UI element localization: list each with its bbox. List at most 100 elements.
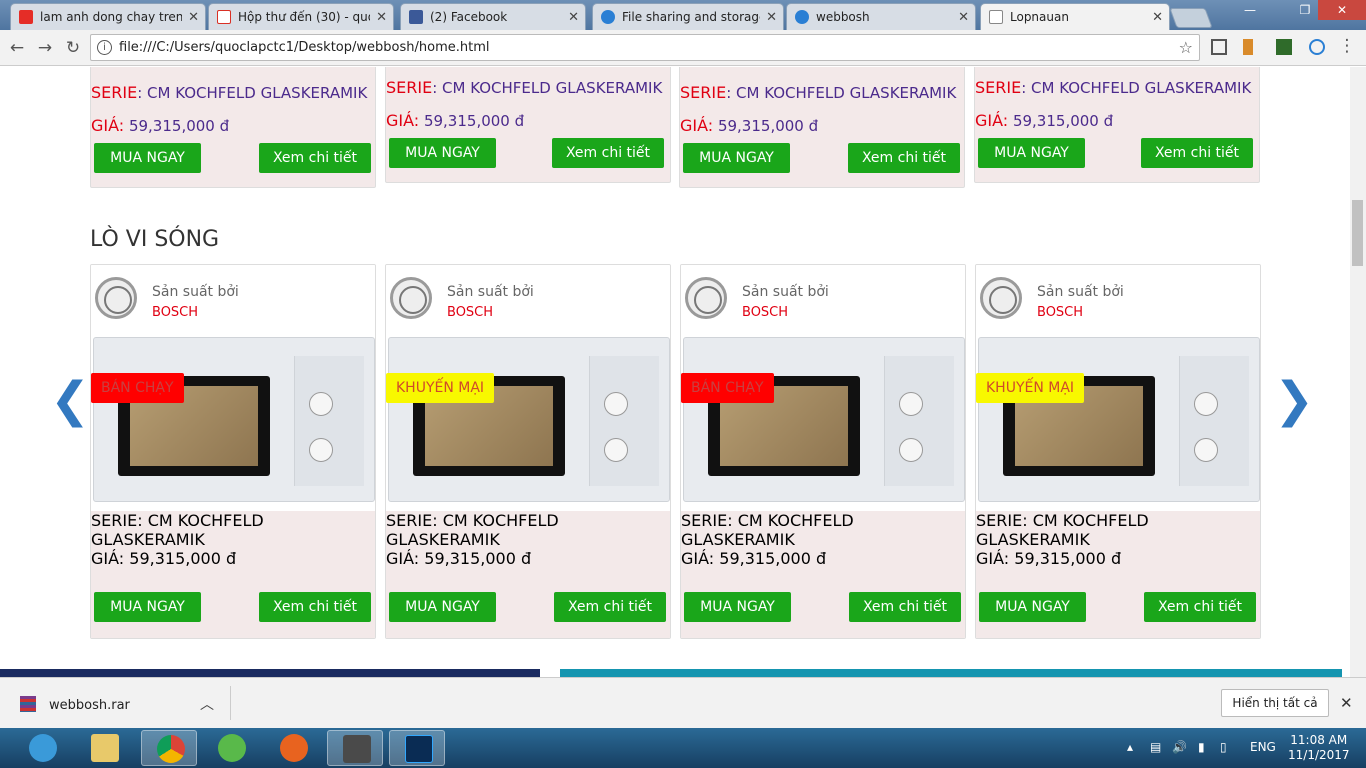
bookmark-star-icon[interactable]: ☆: [1179, 35, 1193, 60]
facebook-icon: [409, 10, 423, 24]
card-footer: SERIE: CM KOCHFELD GLASKERAMIK GIÁ: 59,3…: [386, 511, 670, 638]
product-price: GIÁ: 59,315,000 đ: [91, 116, 230, 135]
tab-lopnauan[interactable]: Lopnauan ✕: [980, 3, 1170, 30]
carousel-prev-arrow[interactable]: ❮: [50, 372, 90, 428]
ie-icon[interactable]: [14, 730, 70, 766]
carousel-next-arrow[interactable]: ❯: [1274, 372, 1314, 428]
chevron-up-icon[interactable]: ︿: [200, 694, 214, 714]
buy-now-button[interactable]: MUA NGAY: [979, 592, 1086, 622]
minimize-button[interactable]: —: [1236, 0, 1264, 20]
microwave-illustration: [683, 337, 965, 502]
bosch-logo-icon: [390, 277, 432, 319]
close-icon[interactable]: ✕: [766, 10, 777, 25]
tray-expand-icon[interactable]: ▴: [1127, 740, 1133, 754]
language-indicator[interactable]: ENG: [1250, 740, 1276, 754]
buy-now-button[interactable]: MUA NGAY: [94, 143, 201, 173]
view-details-button[interactable]: Xem chi tiết: [848, 143, 960, 173]
battery-icon[interactable]: ▯: [1220, 740, 1227, 754]
chrome-icon[interactable]: [141, 730, 197, 766]
microwave-card: Sản suất bởi BOSCH SERIE: CM KOCHFELD GL…: [680, 264, 966, 639]
close-window-button[interactable]: ✕: [1318, 0, 1366, 20]
tab-webbosh[interactable]: webbosh ✕: [786, 3, 976, 30]
made-by-label: Sản suất bởi: [447, 284, 534, 300]
tab-strip: lam anh dong chay tren t ✕ Hộp thư đến (…: [0, 0, 1366, 30]
download-filename[interactable]: webbosh.rar: [49, 698, 130, 713]
buy-now-button[interactable]: MUA NGAY: [978, 138, 1085, 168]
product-image[interactable]: [976, 331, 1260, 511]
forward-icon[interactable]: →: [34, 38, 56, 58]
view-details-button[interactable]: Xem chi tiết: [1141, 138, 1253, 168]
card-header: Sản suất bởi BOSCH: [386, 265, 670, 331]
download-shelf: webbosh.rar ︿ Hiển thị tất cả ✕: [0, 677, 1366, 728]
sublime-text-icon[interactable]: [327, 730, 383, 766]
signal-icon[interactable]: ▮: [1198, 740, 1205, 754]
address-bar[interactable]: i file:///C:/Users/quoclapctc1/Desktop/w…: [90, 34, 1200, 61]
back-icon[interactable]: ←: [6, 38, 28, 58]
view-details-button[interactable]: Xem chi tiết: [259, 143, 371, 173]
product-serie: SERIE: CM KOCHFELD GLASKERAMIK: [680, 83, 957, 102]
tab-gmail[interactable]: Hộp thư đến (30) - quocl ✕: [208, 3, 394, 30]
tab-facebook[interactable]: (2) Facebook ✕: [400, 3, 586, 30]
cloud-icon: [601, 10, 615, 24]
tab-file-sharing[interactable]: File sharing and storage ✕: [592, 3, 784, 30]
browser-toolbar: ← → ↻ i file:///C:/Users/quoclapctc1/Des…: [0, 30, 1366, 66]
card-header: Sản suất bởi BOSCH: [681, 265, 965, 331]
info-icon[interactable]: i: [97, 40, 112, 55]
extension-icon[interactable]: [1243, 39, 1253, 55]
buy-now-button[interactable]: MUA NGAY: [94, 592, 201, 622]
coccoc-icon[interactable]: [203, 730, 259, 766]
close-icon[interactable]: ✕: [188, 10, 199, 25]
network-icon[interactable]: ▤: [1150, 740, 1161, 754]
microwave-card: Sản suất bởi BOSCH SERIE: CM KOCHFELD GL…: [385, 264, 671, 639]
card-footer: SERIE: CM KOCHFELD GLASKERAMIK GIÁ: 59,3…: [91, 511, 375, 638]
new-tab-button[interactable]: [1169, 8, 1213, 28]
view-details-button[interactable]: Xem chi tiết: [1144, 592, 1256, 622]
product-card: SERIE: CM KOCHFELD GLASKERAMIK GIÁ: 59,3…: [385, 67, 671, 183]
buy-now-button[interactable]: MUA NGAY: [684, 592, 791, 622]
close-icon[interactable]: ✕: [568, 10, 579, 25]
microwave-illustration: [93, 337, 375, 502]
close-icon[interactable]: ✕: [376, 10, 387, 25]
extension-icon[interactable]: [1309, 39, 1325, 55]
firefox-icon[interactable]: [265, 730, 321, 766]
product-serie: SERIE: CM KOCHFELD GLASKERAMIK: [386, 511, 559, 549]
buy-now-button[interactable]: MUA NGAY: [683, 143, 790, 173]
system-clock[interactable]: 11:08 AM 11/1/2017: [1288, 733, 1350, 763]
volume-icon[interactable]: 🔊: [1172, 740, 1187, 754]
microwave-illustration: [978, 337, 1260, 502]
buy-now-button[interactable]: MUA NGAY: [389, 138, 496, 168]
cast-icon[interactable]: [1211, 39, 1227, 55]
footer-banner-right: [560, 669, 1342, 677]
brand-name: BOSCH: [1037, 305, 1084, 320]
buy-now-button[interactable]: MUA NGAY: [389, 592, 496, 622]
restore-button[interactable]: ❐: [1292, 0, 1318, 20]
extension-icon[interactable]: [1276, 39, 1292, 55]
made-by-label: Sản suất bởi: [742, 284, 829, 300]
best-seller-badge: BÁN CHẠY: [681, 373, 774, 403]
menu-icon[interactable]: ⋮: [1336, 36, 1358, 56]
product-image[interactable]: [386, 331, 670, 511]
best-seller-badge: BÁN CHẠY: [91, 373, 184, 403]
scrollbar-thumb[interactable]: [1352, 200, 1363, 266]
product-image[interactable]: [681, 331, 965, 511]
view-details-button[interactable]: Xem chi tiết: [259, 592, 371, 622]
tab-title: Hộp thư đến (30) - quocl: [238, 10, 370, 24]
file-explorer-icon[interactable]: [76, 730, 132, 766]
product-serie: SERIE: CM KOCHFELD GLASKERAMIK: [976, 511, 1149, 549]
page-scrollbar[interactable]: [1350, 67, 1366, 677]
close-icon[interactable]: ✕: [1340, 694, 1353, 712]
view-details-button[interactable]: Xem chi tiết: [554, 592, 666, 622]
made-by-label: Sản suất bởi: [152, 284, 239, 300]
view-details-button[interactable]: Xem chi tiết: [552, 138, 664, 168]
footer-banner-left: [0, 669, 540, 677]
tab-youtube[interactable]: lam anh dong chay tren t ✕: [10, 3, 206, 30]
close-icon[interactable]: ✕: [958, 10, 969, 25]
close-icon[interactable]: ✕: [1152, 10, 1163, 25]
show-all-downloads-button[interactable]: Hiển thị tất cả: [1221, 689, 1329, 717]
product-image[interactable]: [91, 331, 375, 511]
reload-icon[interactable]: ↻: [62, 38, 84, 58]
view-details-button[interactable]: Xem chi tiết: [849, 592, 961, 622]
made-by-label: Sản suất bởi: [1037, 284, 1124, 300]
promotion-badge: KHUYẾN MẠI: [976, 373, 1085, 403]
photoshop-icon[interactable]: [389, 730, 445, 766]
